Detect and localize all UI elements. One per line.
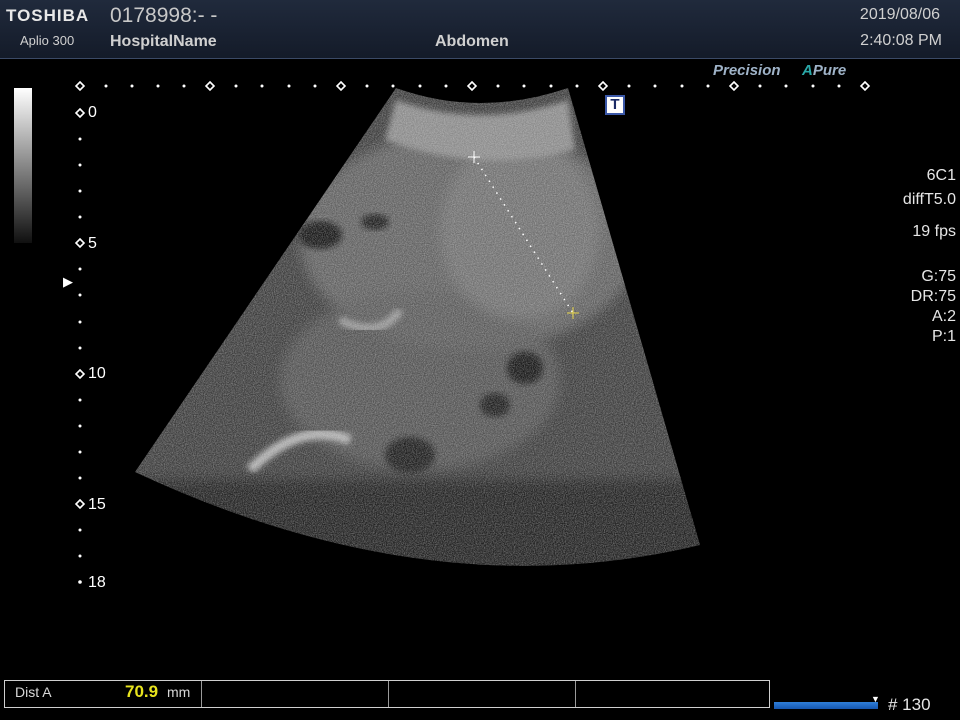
- exam-type: Abdomen: [435, 33, 509, 50]
- apure-label: APure: [802, 62, 846, 79]
- depth-label: 15: [88, 496, 106, 513]
- depth-label: 5: [88, 235, 97, 252]
- fps-param: 19 fps: [912, 223, 956, 240]
- p-param: P:1: [931, 328, 956, 345]
- measurement-unit: mm: [167, 684, 191, 700]
- measurement-cell-empty[interactable]: [575, 681, 769, 707]
- grayscale-bar: [14, 88, 32, 243]
- depth-scale-ticks: [74, 107, 86, 584]
- exam-date: 2019/08/06: [859, 6, 940, 23]
- cine-position-icon[interactable]: ▼: [871, 694, 880, 704]
- patient-id: 0178998:- -: [110, 4, 218, 27]
- exam-time: 2:40:08 PM: [860, 32, 942, 49]
- frame-number: # 130: [888, 695, 931, 714]
- a-param: A:2: [931, 308, 956, 325]
- mode-param: diffT5.0: [902, 191, 956, 208]
- focus-marker-icon[interactable]: ▶: [63, 274, 73, 290]
- depth-label: 10: [88, 365, 106, 382]
- dynamic-range-param: DR:75: [910, 288, 956, 305]
- cine-progress-bar[interactable]: [774, 702, 878, 709]
- measurement-cell-empty[interactable]: [388, 681, 576, 707]
- measurement-label: Dist A: [15, 684, 52, 700]
- brand-logo: TOSHIBA: [6, 6, 90, 25]
- apure-prefix: A: [802, 62, 813, 79]
- lateral-scale: [74, 80, 871, 92]
- hospital-name: HospitalName: [110, 33, 217, 50]
- gain-param: G:75: [921, 268, 956, 285]
- header-bar: TOSHIBA Aplio 300 0178998:- - HospitalNa…: [0, 0, 960, 59]
- measurement-value: 70.9: [125, 682, 159, 701]
- probe-param: 6C1: [926, 167, 956, 184]
- precision-label: Precision: [713, 62, 781, 79]
- transducer-orientation-marker: T: [605, 95, 625, 115]
- apure-text: Pure: [812, 62, 847, 79]
- ultrasound-image[interactable]: [0, 0, 960, 720]
- depth-label: 0: [88, 104, 97, 121]
- depth-label: 18: [88, 574, 106, 591]
- measurement-cell-empty[interactable]: [201, 681, 389, 707]
- measurement-results-bar: Dist A 70.9 mm: [4, 680, 770, 708]
- measurement-cell[interactable]: Dist A 70.9 mm: [5, 681, 202, 707]
- system-model: Aplio 300: [20, 33, 75, 48]
